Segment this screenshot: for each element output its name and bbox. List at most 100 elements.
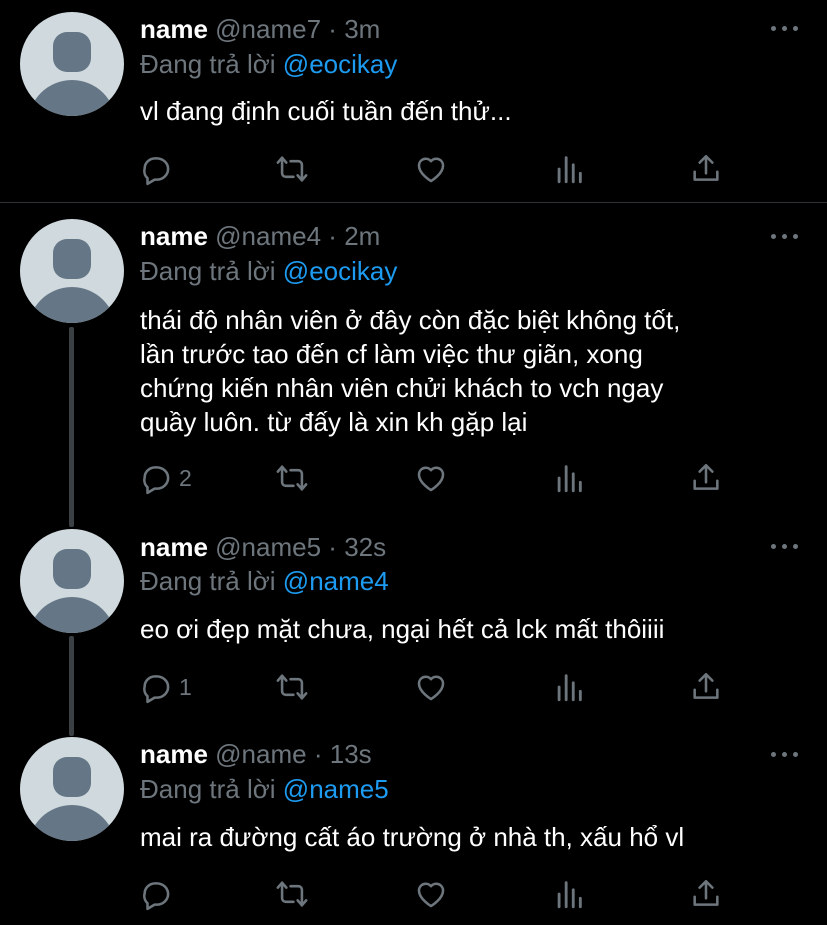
- reply-icon: [143, 157, 170, 186]
- replying-to: Đang trả lời @name5: [140, 773, 389, 805]
- replying-to-mention[interactable]: @name5: [283, 774, 389, 804]
- share-button[interactable]: [689, 458, 723, 498]
- retweet-icon: [276, 156, 308, 182]
- avatar-head-shape: [53, 549, 91, 589]
- analytics-button[interactable]: [552, 874, 586, 914]
- analytics-icon: [557, 674, 582, 702]
- tweet-text-line: lần trước tao đến cf làm việc thư giãn, …: [140, 339, 643, 369]
- display-name[interactable]: name: [140, 14, 208, 44]
- more-options-button[interactable]: [771, 542, 799, 552]
- avatar-head-shape: [53, 757, 91, 797]
- timestamp[interactable]: 32s: [344, 532, 386, 562]
- like-icon: [417, 466, 445, 492]
- reply-button[interactable]: 1: [139, 667, 192, 707]
- reply-button[interactable]: [139, 874, 179, 914]
- handle[interactable]: @name7: [215, 14, 321, 44]
- timestamp[interactable]: 3m: [344, 14, 380, 44]
- tweet-text-line: thái độ nhân viên ở đây còn đặc biệt khô…: [140, 305, 681, 335]
- tweet[interactable]: name @name5 · 32s Đang trả lời @name4 eo…: [0, 523, 827, 723]
- replying-to: Đang trả lời @eocikay: [140, 48, 397, 80]
- avatar-body-shape: [28, 287, 116, 323]
- replying-to-mention[interactable]: @name4: [283, 566, 389, 596]
- retweet-icon: [276, 674, 308, 700]
- share-icon: [693, 154, 719, 181]
- retweet-icon: [276, 881, 308, 907]
- tweet[interactable]: name @name · 13s Đang trả lời @name5 mai…: [0, 730, 827, 925]
- tweet[interactable]: name @name4 · 2m Đang trả lời @eocikay t…: [0, 203, 827, 523]
- retweet-button[interactable]: [275, 458, 309, 498]
- display-name[interactable]: name: [140, 221, 208, 251]
- reply-icon: [143, 882, 170, 911]
- like-button[interactable]: [414, 149, 448, 189]
- separator: ·: [328, 14, 337, 44]
- replying-to: Đang trả lời @eocikay: [140, 255, 397, 287]
- share-icon: [693, 463, 719, 490]
- tweet-text-line: eo ơi đẹp mặt chưa, ngại hết cả lck mất …: [140, 614, 665, 644]
- avatar-head-shape: [53, 32, 91, 72]
- retweet-button[interactable]: [275, 667, 309, 707]
- reply-icon: [143, 466, 170, 495]
- tweet-text: thái độ nhân viên ở đây còn đặc biệt khô…: [140, 303, 800, 439]
- analytics-button[interactable]: [552, 667, 586, 707]
- share-button[interactable]: [689, 149, 723, 189]
- tweet-text: mai ra đường cất áo trường ở nhà th, xấu…: [140, 820, 800, 854]
- display-name[interactable]: name: [140, 739, 208, 769]
- analytics-icon: [557, 881, 582, 909]
- avatar[interactable]: [20, 529, 124, 633]
- separator: ·: [328, 532, 337, 562]
- avatar[interactable]: [20, 219, 124, 323]
- replying-to-label: Đang trả lời: [140, 566, 276, 596]
- avatar[interactable]: [20, 737, 124, 841]
- share-button[interactable]: [689, 667, 723, 707]
- tweet-text-line: chứng kiến nhân viên chửi khách to vch n…: [140, 373, 664, 403]
- handle[interactable]: @name4: [215, 221, 321, 251]
- like-icon: [417, 675, 445, 701]
- tweet-text: vl đang định cuối tuần đến thử...: [140, 94, 800, 128]
- separator: ·: [313, 739, 323, 769]
- tweet-actions: [0, 874, 827, 914]
- retweet-icon: [276, 465, 308, 491]
- replying-to-mention[interactable]: @eocikay: [283, 256, 398, 286]
- like-button[interactable]: [414, 667, 448, 707]
- handle[interactable]: @name: [215, 739, 306, 769]
- replying-to: Đang trả lời @name4: [140, 565, 389, 597]
- tweet-header: name @name · 13s: [140, 738, 372, 770]
- retweet-button[interactable]: [275, 874, 309, 914]
- display-name[interactable]: name: [140, 532, 208, 562]
- tweet-text-line: vl đang định cuối tuần đến thử...: [140, 96, 512, 126]
- avatar-body-shape: [28, 805, 116, 841]
- like-icon: [417, 882, 445, 908]
- separator: ·: [328, 221, 337, 251]
- tweet-header: name @name7 · 3m: [140, 13, 380, 45]
- tweet-header: name @name5 · 32s: [140, 531, 386, 563]
- replying-to-mention[interactable]: @eocikay: [283, 49, 398, 79]
- tweet-actions: 1: [0, 667, 827, 707]
- analytics-button[interactable]: [552, 149, 586, 189]
- share-icon: [693, 879, 719, 906]
- reply-button[interactable]: [139, 149, 179, 189]
- like-button[interactable]: [414, 874, 448, 914]
- avatar-body-shape: [28, 80, 116, 116]
- retweet-button[interactable]: [275, 149, 309, 189]
- tweet-header: name @name4 · 2m: [140, 220, 380, 252]
- like-button[interactable]: [414, 458, 448, 498]
- avatar-body-shape: [28, 597, 116, 633]
- timestamp[interactable]: 2m: [344, 221, 380, 251]
- reply-icon: [143, 675, 170, 704]
- timestamp[interactable]: 13s: [330, 739, 372, 769]
- share-button[interactable]: [689, 874, 723, 914]
- tweet-text-line: mai ra đường cất áo trường ở nhà th, xấu…: [140, 822, 685, 852]
- tweet-text: eo ơi đẹp mặt chưa, ngại hết cả lck mất …: [140, 612, 800, 646]
- handle[interactable]: @name5: [215, 532, 321, 562]
- analytics-icon: [557, 156, 582, 184]
- avatar[interactable]: [20, 12, 124, 116]
- analytics-button[interactable]: [552, 458, 586, 498]
- more-options-button[interactable]: [771, 750, 799, 760]
- share-icon: [693, 672, 719, 699]
- replying-to-label: Đang trả lời: [140, 49, 276, 79]
- more-options-button[interactable]: [771, 232, 799, 242]
- tweet[interactable]: name @name7 · 3m Đang trả lời @eocikay v…: [0, 0, 827, 200]
- more-options-button[interactable]: [771, 24, 799, 34]
- tweet-actions: 2: [0, 458, 827, 498]
- reply-button[interactable]: 2: [139, 458, 192, 498]
